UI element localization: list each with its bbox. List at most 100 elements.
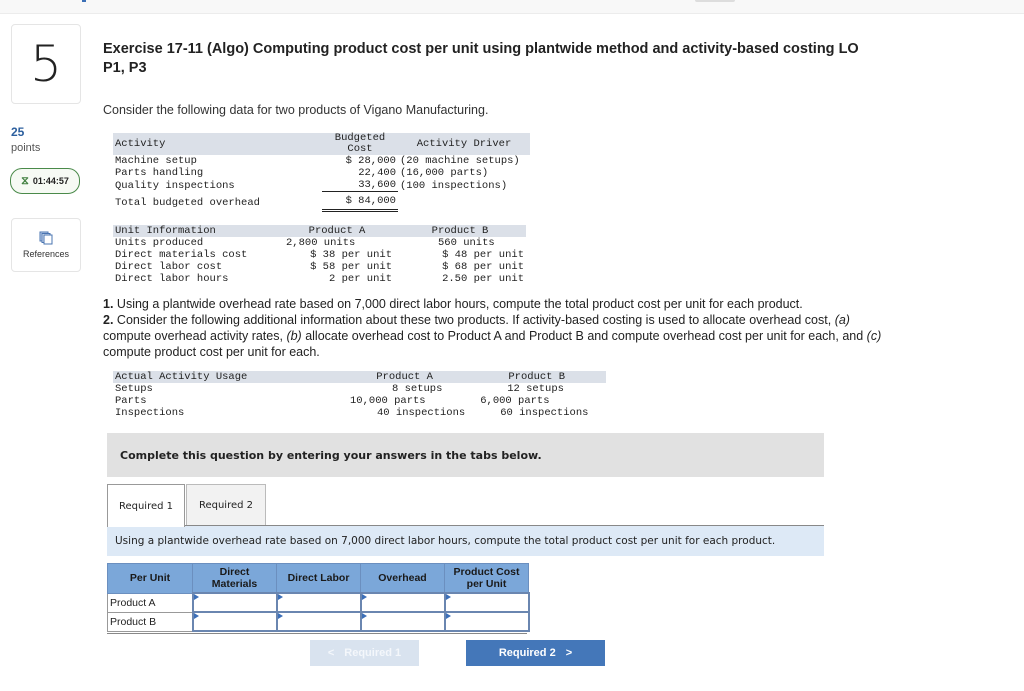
tab-required-1[interactable]: Required 1 <box>107 484 185 527</box>
progress-marker <box>82 0 86 2</box>
product-b-direct-materials-input[interactable] <box>193 614 276 629</box>
tab-instruction: Using a plantwide overhead rate based on… <box>107 526 824 556</box>
previous-required-button[interactable]: < Required 1 <box>310 640 419 666</box>
header-direct-labor: Direct Labor <box>276 563 361 594</box>
answer-cell <box>275 592 362 613</box>
answer-cell <box>443 592 530 613</box>
answer-cell <box>191 611 278 632</box>
total-row: Total budgeted overhead $ 84,000 <box>113 191 530 212</box>
table-row: Product B <box>107 611 530 632</box>
answer-cell <box>275 611 362 632</box>
table-row: Parts handling 22,400 (16,000 parts) <box>113 167 530 179</box>
part-a-text: compute overhead activity rates, <box>103 329 287 343</box>
table-row: Product A <box>107 592 530 613</box>
answer-cell <box>359 611 446 632</box>
chevron-right-icon: > <box>565 647 573 659</box>
product-a-value: $ 38 per unit <box>310 249 392 261</box>
row-label-product-b: Product B <box>107 611 193 632</box>
top-pill <box>695 0 735 2</box>
empty-cell <box>398 192 530 211</box>
requirement-2: 2. Consider the following additional inf… <box>103 312 893 360</box>
table-row: Machine setup $ 28,000 (20 machine setup… <box>113 155 530 167</box>
input-flag-icon <box>277 594 283 600</box>
header-product-cost-per-unit: Product Cost per Unit <box>444 563 529 594</box>
total-cost: $ 84,000 <box>322 191 398 212</box>
header-budgeted-cost: Budgeted Cost <box>322 133 398 155</box>
header-direct-materials: Direct Materials <box>192 563 277 594</box>
hourglass-icon: ⧖ <box>21 174 29 187</box>
header-activity: Activity <box>113 133 322 155</box>
activity-name: Parts handling <box>115 167 204 179</box>
unit-information-table: Unit Information Product A Product B Uni… <box>113 225 526 285</box>
product-a-value: 40 inspections <box>377 407 466 419</box>
part-c-text: compute product cost per unit for each. <box>103 345 320 359</box>
requirement-tabs: Required 1 Required 2 <box>107 484 266 527</box>
part-c-marker: (c) <box>866 329 882 343</box>
table-row: Direct labor cost $ 58 per unit $ 68 per… <box>113 261 526 273</box>
header-product-b: Product B <box>467 371 607 383</box>
part-a-marker: (a) <box>834 313 850 327</box>
points-label: points <box>11 142 41 154</box>
previous-label: Required 1 <box>344 647 402 659</box>
activity-driver: (100 inspections) <box>400 179 508 192</box>
next-label: Required 2 <box>498 647 556 659</box>
instructions-banner: Complete this question by entering your … <box>107 433 824 477</box>
header-actual-activity-usage: Actual Activity Usage <box>113 371 342 383</box>
product-b-overhead-input[interactable] <box>361 614 444 629</box>
product-b-direct-labor-input[interactable] <box>277 614 360 629</box>
table-row: Parts 10,000 parts 6,000 parts <box>113 395 606 407</box>
input-flag-icon <box>193 613 199 619</box>
header-activity-driver: Activity Driver <box>398 133 530 155</box>
product-b-value: 60 inspections <box>500 407 589 419</box>
input-flag-icon <box>445 613 451 619</box>
answer-header-row: Per Unit Direct Materials Direct Labor O… <box>107 563 529 594</box>
table-header-row: Unit Information Product A Product B <box>113 225 526 237</box>
intro-text: Consider the following data for two prod… <box>103 103 489 117</box>
product-a-value: 2 per unit <box>328 273 392 285</box>
references-button[interactable]: References <box>11 218 81 272</box>
answer-cell <box>359 592 446 613</box>
next-required-button[interactable]: Required 2 > <box>466 640 605 666</box>
row-label: Inspections <box>115 407 185 419</box>
product-a-value: $ 58 per unit <box>310 261 392 273</box>
product-a-direct-labor-input[interactable] <box>277 595 360 610</box>
product-a-direct-materials-input[interactable] <box>193 595 276 610</box>
product-b-value: 12 setups <box>507 383 564 395</box>
header-overhead: Overhead <box>360 563 445 594</box>
input-flag-icon <box>361 613 367 619</box>
row-label: Units produced <box>115 237 204 249</box>
activity-cost: $ 28,000 <box>345 155 396 167</box>
row-label: Setups <box>115 383 153 395</box>
activity-cost: 22,400 <box>358 167 396 179</box>
header-unit-information: Unit Information <box>113 225 280 237</box>
requirements-text: 1. Using a plantwide overhead rate based… <box>103 296 893 360</box>
activity-name: Machine setup <box>115 155 197 167</box>
header-per-unit: Per Unit <box>107 563 193 594</box>
activity-driver: (16,000 parts) <box>400 167 489 179</box>
total-label: Total budgeted overhead <box>115 196 260 209</box>
requirement-1: 1. Using a plantwide overhead rate based… <box>103 296 893 312</box>
product-b-product-cost-input[interactable] <box>445 614 528 629</box>
table-row: Inspections 40 inspections 60 inspection… <box>113 407 606 419</box>
requirement-2-number: 2. <box>103 313 114 327</box>
tab-required-2[interactable]: Required 2 <box>186 484 266 525</box>
row-label: Direct labor hours <box>115 273 229 285</box>
table-row: Quality inspections 33,600 (100 inspecti… <box>113 179 530 192</box>
requirement-1-number: 1. <box>103 297 114 311</box>
part-b-marker: (b) <box>286 329 302 343</box>
product-a-product-cost-input[interactable] <box>445 595 528 610</box>
answer-table: Per Unit Direct Materials Direct Labor O… <box>107 563 530 632</box>
input-flag-icon <box>445 594 451 600</box>
header-product-a: Product A <box>280 225 394 237</box>
nav-divider <box>107 633 527 634</box>
timer-badge[interactable]: ⧖ 01:44:57 <box>10 168 80 194</box>
stacked-pages-icon <box>39 231 53 245</box>
product-a-overhead-input[interactable] <box>361 595 444 610</box>
input-flag-icon <box>277 613 283 619</box>
part-b-text: allocate overhead cost to Product A and … <box>301 329 867 343</box>
product-a-value: 10,000 parts <box>350 395 426 407</box>
answer-cell <box>443 611 530 632</box>
product-b-value: 2.50 per unit <box>442 273 524 285</box>
header-product-b: Product B <box>394 225 526 237</box>
table-header-row: Actual Activity Usage Product A Product … <box>113 371 607 383</box>
